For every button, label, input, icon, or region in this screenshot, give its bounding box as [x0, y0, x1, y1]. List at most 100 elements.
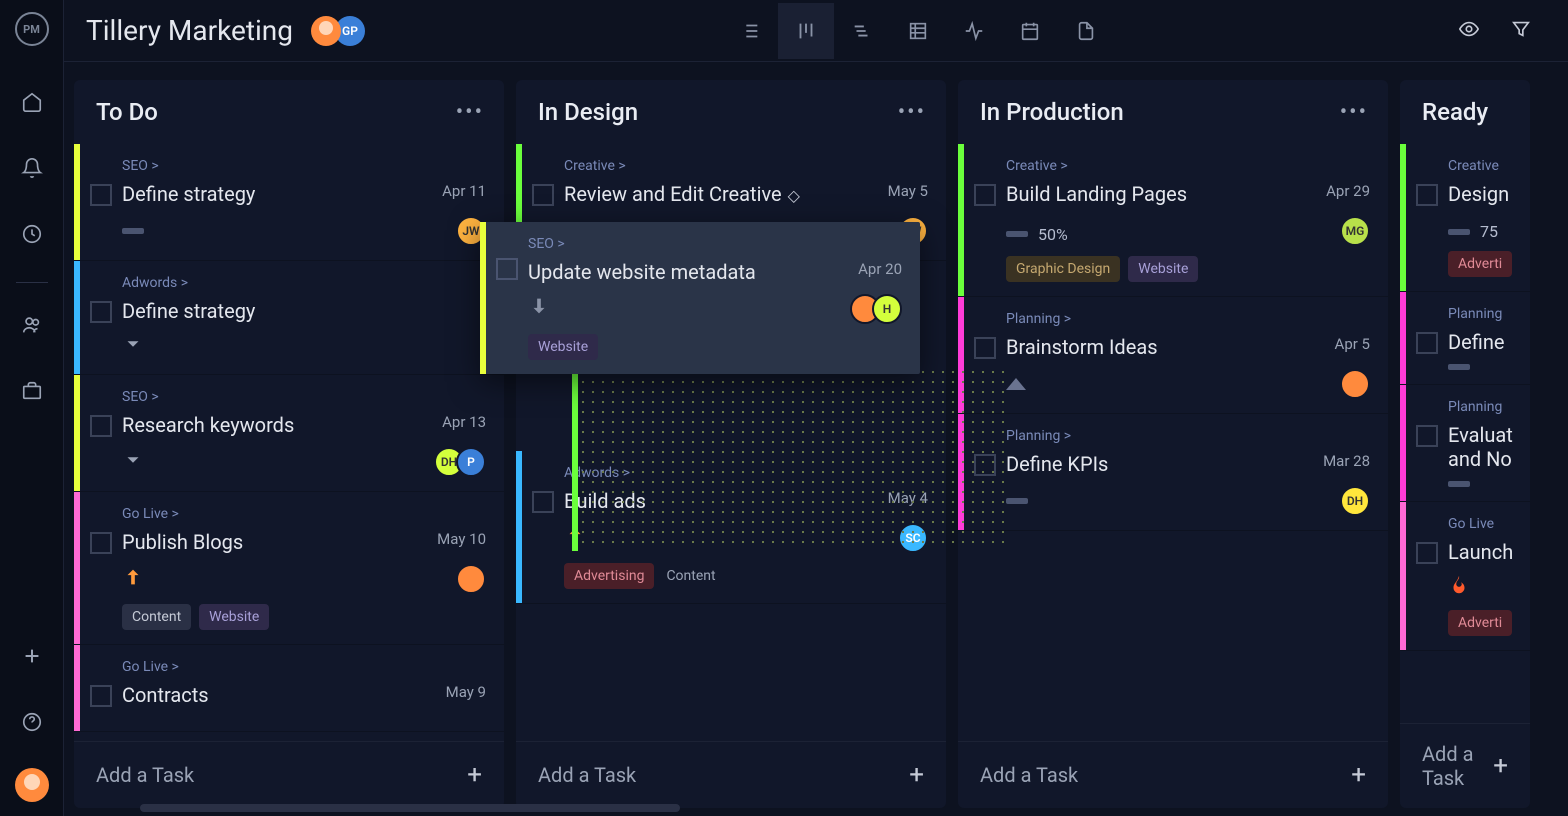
progress-text: 75 [1480, 222, 1498, 241]
task-card[interactable]: SEO >Research keywordsApr 13DHP [74, 375, 504, 492]
view-activity[interactable] [946, 3, 1002, 59]
visibility-icon[interactable] [1458, 18, 1480, 44]
task-card[interactable]: Planning Define [1400, 292, 1530, 385]
add-task-button[interactable]: Add a Task+ [958, 741, 1388, 808]
view-files[interactable] [1058, 3, 1114, 59]
card-title: Evaluat and No [1448, 423, 1513, 471]
team-icon[interactable] [12, 305, 52, 345]
card-stripe [74, 375, 80, 491]
progress-text: 50% [1038, 225, 1068, 244]
task-card[interactable]: Planning >Define KPIsMar 28DH [958, 414, 1388, 531]
card-checkbox[interactable] [974, 337, 996, 359]
task-card[interactable]: CreativeDesign75Adverti [1400, 144, 1530, 292]
card-checkbox[interactable] [532, 184, 554, 206]
plus-icon: + [1351, 760, 1366, 790]
card-date: Apr 20 [858, 260, 902, 278]
assignee-avatar[interactable] [1340, 369, 1370, 399]
card-category: SEO > [122, 389, 486, 405]
card-title: Research keywords [122, 413, 294, 437]
assignee-avatar[interactable] [456, 564, 486, 594]
card-checkbox[interactable] [496, 258, 518, 280]
card-category: Planning [1448, 306, 1512, 322]
card-checkbox[interactable] [90, 685, 112, 707]
column-menu-icon[interactable]: ••• [456, 100, 484, 125]
card-checkbox[interactable] [90, 415, 112, 437]
assignees: H [850, 294, 902, 324]
card-category: Planning > [1006, 428, 1370, 444]
notifications-icon[interactable] [12, 148, 52, 188]
priority-low-icon [1448, 364, 1470, 370]
task-card[interactable]: Go LiveLaunchAdverti [1400, 502, 1530, 651]
recent-icon[interactable] [12, 214, 52, 254]
add-task-button[interactable]: Add a Task+ [74, 741, 504, 808]
milestone-icon: ◇ [788, 186, 800, 205]
column-menu-icon[interactable]: ••• [898, 100, 926, 125]
add-task-button[interactable]: Add a Task+ [516, 741, 946, 808]
dragging-card[interactable]: SEO > Update website metadata Apr 20 H [480, 222, 920, 374]
column-menu-icon[interactable]: ••• [1340, 100, 1368, 125]
expand-icon[interactable] [122, 449, 144, 476]
portfolio-icon[interactable] [12, 371, 52, 411]
card-checkbox[interactable] [90, 532, 112, 554]
card-title: Define [1448, 330, 1504, 354]
assignee-avatar[interactable]: DH [1340, 486, 1370, 516]
card-date: Apr 13 [442, 413, 486, 431]
card-checkbox[interactable] [90, 184, 112, 206]
filter-icon[interactable] [1510, 18, 1532, 44]
task-card[interactable]: Go Live >ContractsMay 9 [74, 645, 504, 732]
plus-icon: + [909, 760, 924, 790]
task-card[interactable]: Planning >Brainstorm IdeasApr 5 [958, 297, 1388, 414]
task-card[interactable]: Adwords >Define strategy [74, 261, 504, 375]
horizontal-scrollbar[interactable] [140, 804, 680, 812]
expand-icon[interactable] [122, 333, 144, 360]
priority-arrow-down-icon [528, 295, 550, 323]
view-board[interactable] [778, 3, 834, 59]
task-card[interactable]: Go Live >Publish BlogsMay 10ContentWebsi… [74, 492, 504, 645]
card-checkbox[interactable] [1416, 332, 1438, 354]
card-checkbox[interactable] [1416, 184, 1438, 206]
card-date: Apr 5 [1335, 335, 1370, 353]
card-checkbox[interactable] [974, 184, 996, 206]
card-stripe [516, 451, 522, 603]
app-logo[interactable]: PM [15, 12, 49, 46]
card-date: Apr 29 [1326, 182, 1370, 200]
card-checkbox[interactable] [1416, 425, 1438, 447]
card-category: Planning > [1006, 311, 1370, 327]
task-card[interactable]: PlanningEvaluat and No [1400, 385, 1530, 502]
add-task-button[interactable]: Add a Task+ [1400, 723, 1530, 808]
add-icon[interactable] [12, 636, 52, 676]
view-sheet[interactable] [890, 3, 946, 59]
card-checkbox[interactable] [1416, 542, 1438, 564]
column-title: In Design [538, 98, 638, 126]
card-checkbox[interactable] [90, 301, 112, 323]
card-category: SEO > [122, 158, 486, 174]
assignee-avatar[interactable]: MG [1340, 216, 1370, 246]
tag: Graphic Design [1006, 256, 1120, 282]
view-gantt[interactable] [834, 3, 890, 59]
column-title: Ready [1422, 98, 1488, 126]
assignee-avatar[interactable]: H [872, 294, 902, 324]
tag: Website [528, 334, 598, 360]
home-icon[interactable] [12, 82, 52, 122]
card-checkbox[interactable] [532, 491, 554, 513]
task-card[interactable]: Creative > Build Landing Pages Apr 29 50% MG… [958, 144, 1388, 297]
help-icon[interactable] [12, 702, 52, 742]
view-calendar[interactable] [1002, 3, 1058, 59]
header: Tillery Marketing GP [64, 0, 1568, 62]
assignees [1340, 369, 1370, 399]
column-header: In Production••• [958, 80, 1388, 144]
assignee-avatar[interactable]: P [456, 447, 486, 477]
add-task-label: Add a Task [1422, 742, 1493, 790]
card-title: Define strategy [122, 182, 255, 206]
card-title: Build Landing Pages [1006, 182, 1187, 206]
project-members[interactable]: GP [311, 16, 365, 46]
card-stripe [958, 144, 964, 296]
tag: Website [199, 604, 269, 630]
tag: Website [1128, 256, 1198, 282]
card-category: Creative > [1006, 158, 1370, 174]
card-title: Design [1448, 182, 1509, 206]
user-avatar[interactable] [15, 768, 49, 802]
task-card[interactable]: SEO >Define strategyApr 11JW [74, 144, 504, 261]
card-title: Define KPIs [1006, 452, 1108, 476]
view-list[interactable] [722, 3, 778, 59]
